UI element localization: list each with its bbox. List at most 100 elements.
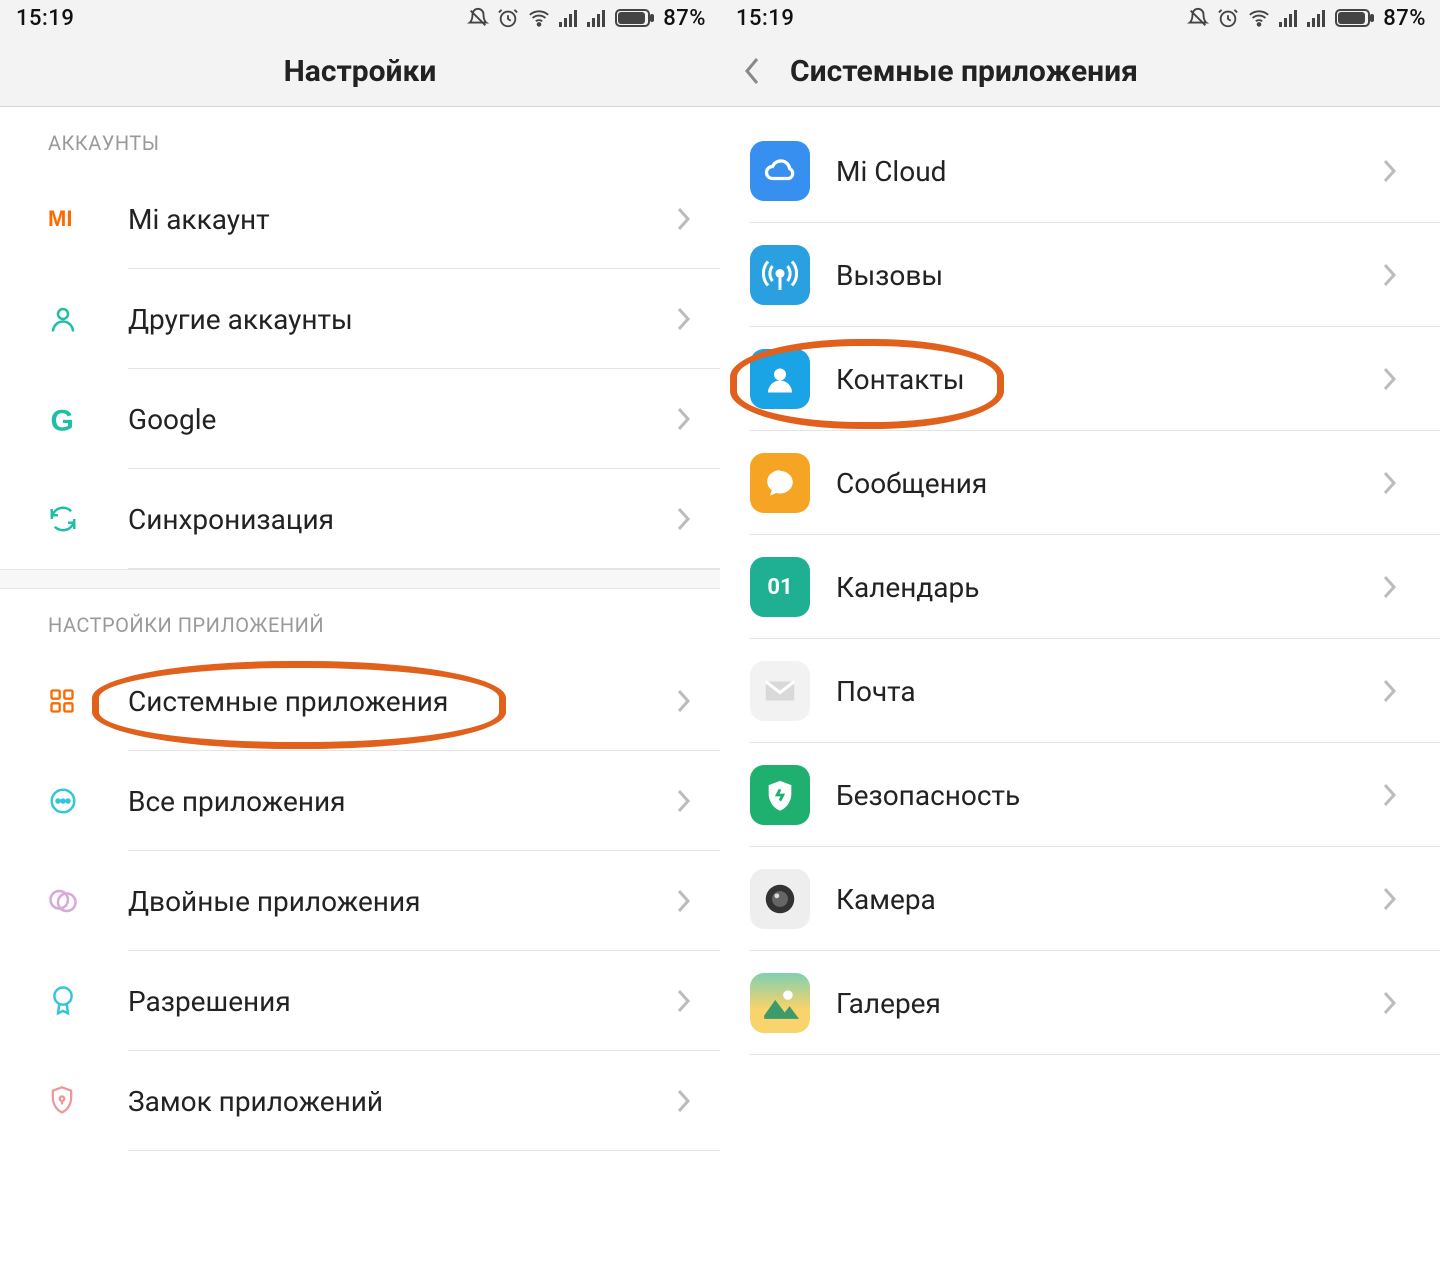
chevron-right-icon [1382, 158, 1412, 184]
more-circle-icon [48, 786, 128, 816]
camera-lens-icon [750, 869, 810, 929]
chevron-right-icon [662, 306, 692, 332]
row-calls-label: Вызовы [836, 259, 1382, 292]
row-calendar[interactable]: 01 Календарь [720, 535, 1440, 639]
chevron-right-icon [1382, 990, 1412, 1016]
row-permissions-label: Разрешения [128, 985, 662, 1018]
badge-icon [48, 985, 128, 1017]
system-apps-title: Системные приложения [790, 54, 1138, 89]
chevron-right-icon [662, 888, 692, 914]
signal-2-icon [1307, 9, 1327, 27]
shield-lock-icon [48, 1085, 128, 1117]
signal-2-icon [587, 9, 607, 27]
settings-list[interactable]: АККАУНТЫ MI Mi аккаунт Другие аккаунты G [0, 107, 720, 1151]
grid-icon [48, 687, 128, 715]
row-system-apps[interactable]: Системные приложения [0, 651, 720, 751]
sync-icon [48, 504, 128, 534]
back-button[interactable] [738, 56, 768, 86]
antenna-icon [750, 245, 810, 305]
section-app-settings: НАСТРОЙКИ ПРИЛОЖЕНИЙ [0, 589, 720, 651]
row-camera-label: Камера [836, 883, 1382, 916]
status-right: 87% [1187, 6, 1426, 31]
row-gallery-label: Галерея [836, 987, 1382, 1020]
mi-logo-icon: MI [48, 206, 128, 232]
svg-text:G: G [51, 404, 74, 434]
chevron-right-icon [1382, 886, 1412, 912]
chevron-right-icon [1382, 678, 1412, 704]
row-permissions[interactable]: Разрешения [0, 951, 720, 1051]
row-dual-apps-label: Двойные приложения [128, 885, 662, 918]
alarm-icon [497, 7, 519, 29]
row-calendar-label: Календарь [836, 571, 1382, 604]
status-time: 15:19 [736, 6, 794, 31]
bell-off-icon [1187, 7, 1209, 29]
settings-screen: 15:19 87% [0, 0, 720, 1280]
google-icon: G [48, 404, 128, 434]
chevron-right-icon [662, 688, 692, 714]
status-time: 15:19 [16, 6, 74, 31]
row-security[interactable]: Безопасность [720, 743, 1440, 847]
battery-icon [615, 9, 655, 27]
system-apps-list[interactable]: Mi Cloud Вызовы Контакты [720, 107, 1440, 1055]
svg-text:MI: MI [48, 206, 72, 231]
row-gallery[interactable]: Галерея [720, 951, 1440, 1055]
signal-1-icon [559, 9, 579, 27]
system-apps-screen: 15:19 87% [720, 0, 1440, 1280]
battery-icon [1335, 9, 1375, 27]
dual-circles-icon [48, 886, 128, 916]
row-security-label: Безопасность [836, 779, 1382, 812]
cloud-icon [750, 141, 810, 201]
row-mi-cloud-label: Mi Cloud [836, 155, 1382, 188]
row-sync-label: Синхронизация [128, 503, 662, 536]
row-other-accounts[interactable]: Другие аккаунты [0, 269, 720, 369]
row-calls[interactable]: Вызовы [720, 223, 1440, 327]
row-mi-cloud[interactable]: Mi Cloud [720, 119, 1440, 223]
status-right: 87% [467, 6, 706, 31]
row-all-apps-label: Все приложения [128, 785, 662, 818]
row-contacts-label: Контакты [836, 363, 1382, 396]
row-app-lock[interactable]: Замок приложений [0, 1051, 720, 1151]
contact-icon [750, 349, 810, 409]
row-mail-label: Почта [836, 675, 1382, 708]
signal-1-icon [1279, 9, 1299, 27]
chevron-right-icon [1382, 782, 1412, 808]
mail-icon [750, 661, 810, 721]
row-camera[interactable]: Камера [720, 847, 1440, 951]
calendar-icon-text: 01 [767, 575, 792, 600]
bell-off-icon [467, 7, 489, 29]
alarm-icon [1217, 7, 1239, 29]
row-messages-label: Сообщения [836, 467, 1382, 500]
row-mail[interactable]: Почта [720, 639, 1440, 743]
shield-icon [750, 765, 810, 825]
wifi-icon [527, 7, 551, 29]
status-bar: 15:19 87% [0, 0, 720, 36]
wifi-icon [1247, 7, 1271, 29]
row-all-apps[interactable]: Все приложения [0, 751, 720, 851]
row-dual-apps[interactable]: Двойные приложения [0, 851, 720, 951]
system-apps-header: Системные приложения [720, 36, 1440, 107]
gallery-icon [750, 973, 810, 1033]
chevron-right-icon [662, 206, 692, 232]
section-divider [0, 569, 720, 589]
calendar-icon: 01 [750, 557, 810, 617]
row-sync[interactable]: Синхронизация [0, 469, 720, 569]
battery-percentage: 87% [663, 6, 706, 31]
row-google-label: Google [128, 403, 662, 436]
chevron-right-icon [1382, 574, 1412, 600]
row-messages[interactable]: Сообщения [720, 431, 1440, 535]
row-app-lock-label: Замок приложений [128, 1085, 662, 1118]
row-system-apps-label: Системные приложения [128, 685, 662, 718]
status-bar: 15:19 87% [720, 0, 1440, 36]
settings-title: Настройки [284, 54, 437, 89]
row-mi-account[interactable]: MI Mi аккаунт [0, 169, 720, 269]
chevron-right-icon [662, 406, 692, 432]
row-contacts[interactable]: Контакты [720, 327, 1440, 431]
chevron-right-icon [1382, 366, 1412, 392]
battery-percentage: 87% [1383, 6, 1426, 31]
row-google[interactable]: G Google [0, 369, 720, 469]
row-other-accounts-label: Другие аккаунты [128, 303, 662, 336]
chevron-right-icon [1382, 470, 1412, 496]
section-accounts: АККАУНТЫ [0, 107, 720, 169]
chevron-right-icon [662, 788, 692, 814]
person-icon [48, 304, 128, 334]
